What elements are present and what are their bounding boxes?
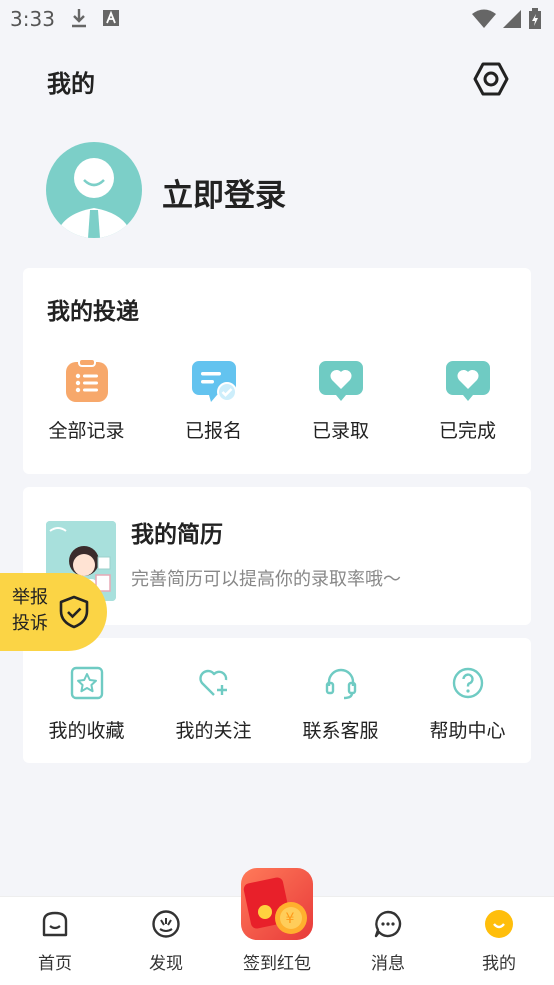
status-bar: 3:33 — [0, 0, 554, 40]
discover-icon — [152, 910, 180, 938]
report-label: 举报投诉 — [12, 587, 48, 634]
red-packet-illustration: ¥ — [243, 877, 307, 934]
delivery-item-label: 已报名 — [184, 420, 242, 442]
tab-label: 首页 — [38, 954, 72, 974]
home-icon — [42, 911, 68, 937]
tool-item-following[interactable]: 我的关注 — [150, 666, 277, 743]
list-icon — [65, 358, 108, 402]
delivery-item-all-records[interactable]: 全部记录 — [23, 358, 150, 443]
page-title: 我的 — [47, 70, 95, 98]
heart-plus-icon — [198, 669, 227, 696]
report-complaint-button[interactable]: 举报投诉 — [0, 573, 107, 651]
tab-label: 发现 — [149, 954, 183, 974]
deliveries-title: 我的投递 — [47, 299, 139, 325]
tool-item-label: 联系客服 — [302, 720, 379, 742]
chat-check-icon — [191, 361, 237, 402]
tab-discover[interactable]: 发现 — [111, 897, 221, 985]
settings-icon — [473, 62, 509, 96]
resume-title: 我的简历 — [131, 522, 223, 548]
profile-icon — [485, 910, 513, 938]
login-button[interactable]: 立即登录 — [162, 170, 286, 215]
star-icon — [70, 666, 103, 700]
tool-item-label: 帮助中心 — [429, 720, 506, 742]
tools-card: 我的收藏 我的关注 联系客服 帮助中心 — [23, 638, 531, 763]
red-packet-icon[interactable]: ¥ — [241, 868, 313, 940]
deliveries-card: 我的投递 全部记录 已报名 已录取 已完成 — [23, 268, 531, 474]
heart-bubble-icon — [445, 361, 490, 401]
status-system-icons — [472, 8, 542, 30]
delivery-item-label: 已录取 — [311, 420, 369, 442]
delivery-item-label: 全部记录 — [48, 420, 125, 442]
heart-bubble-icon — [318, 361, 363, 401]
tab-messages[interactable]: 消息 — [333, 897, 443, 985]
tab-label: 消息 — [371, 954, 405, 974]
delivery-item-admitted[interactable]: 已录取 — [277, 358, 404, 443]
message-icon — [374, 910, 402, 938]
tool-item-customer-service[interactable]: 联系客服 — [277, 666, 404, 743]
tool-item-favorites[interactable]: 我的收藏 — [23, 666, 150, 743]
tool-item-help-center[interactable]: 帮助中心 — [404, 666, 531, 743]
tab-mine[interactable]: 我的 — [444, 897, 554, 985]
download-icon — [72, 9, 86, 28]
font-icon — [103, 10, 119, 26]
settings-button[interactable] — [472, 60, 510, 98]
status-notifications — [70, 8, 120, 28]
signal-icon — [503, 10, 521, 28]
tool-item-label: 我的收藏 — [48, 720, 125, 742]
svg-text:¥: ¥ — [286, 911, 295, 927]
tools-grid: 我的收藏 我的关注 联系客服 帮助中心 — [23, 666, 531, 743]
deliveries-grid: 全部记录 已报名 已录取 已完成 — [23, 358, 531, 443]
avatar[interactable] — [46, 142, 142, 238]
headset-icon — [325, 668, 356, 700]
tab-label: 签到红包 — [243, 954, 311, 974]
tool-item-label: 我的关注 — [175, 720, 252, 742]
resume-subtitle: 完善简历可以提高你的录取率哦〜 — [131, 569, 401, 590]
avatar-illustration — [56, 158, 132, 238]
tab-label: 我的 — [482, 954, 516, 974]
delivery-item-completed[interactable]: 已完成 — [404, 358, 531, 443]
battery-icon — [529, 8, 541, 29]
tab-home[interactable]: 首页 — [0, 897, 110, 985]
status-time: 3:33 — [10, 7, 55, 31]
wifi-icon — [472, 9, 496, 28]
delivery-item-label: 已完成 — [438, 420, 496, 442]
shield-check-icon — [59, 595, 89, 629]
delivery-item-registered[interactable]: 已报名 — [150, 358, 277, 443]
help-icon — [452, 667, 483, 699]
